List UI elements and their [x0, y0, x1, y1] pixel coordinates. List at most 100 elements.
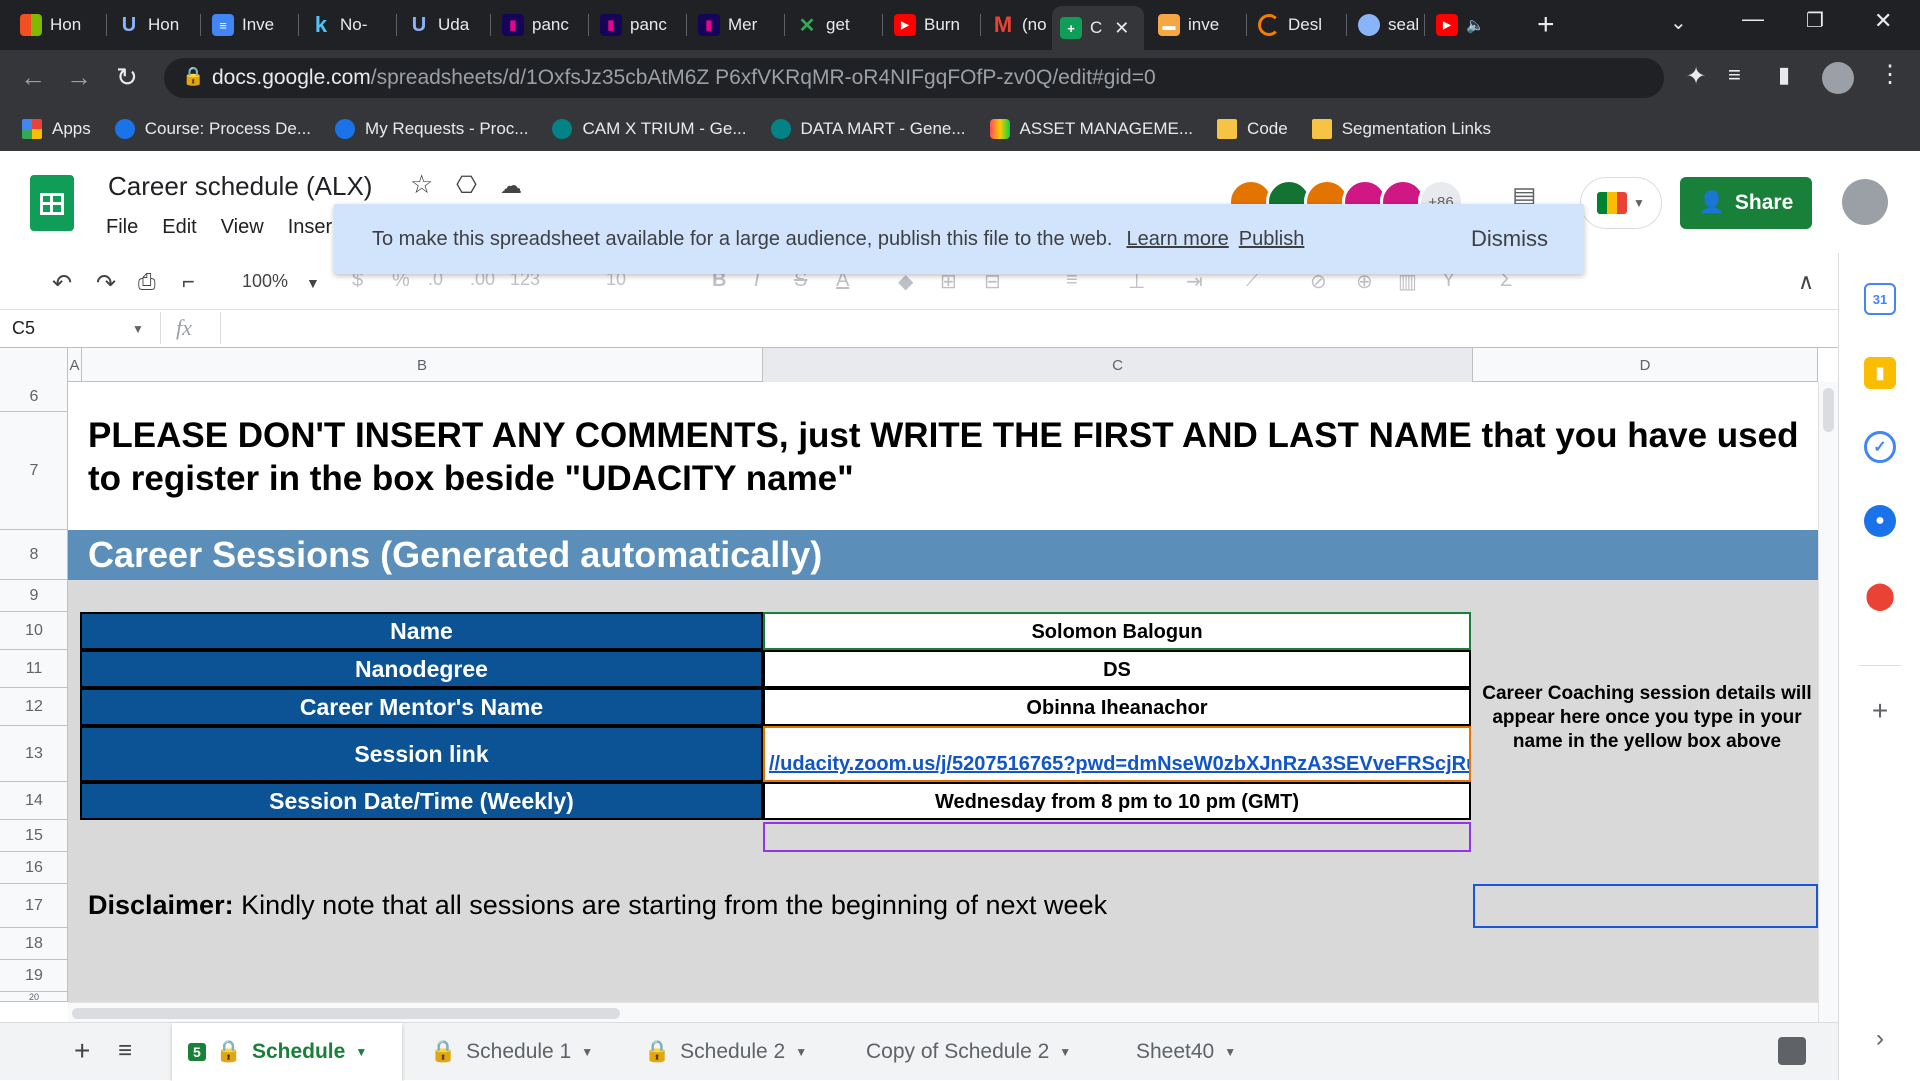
maps-icon[interactable]: ⬤ [1864, 579, 1896, 611]
bookmark-apps[interactable]: Apps [22, 118, 91, 139]
sheet-tab-schedule[interactable]: 5 🔒 Schedule ▼ [172, 1023, 402, 1081]
row-header[interactable]: 14 [0, 782, 68, 820]
field-value-session-time[interactable]: Wednesday from 8 pm to 10 pm (GMT) [763, 782, 1471, 820]
move-icon[interactable]: ⎔ [456, 171, 477, 200]
sheet-tab-schedule-1[interactable]: 🔒 Schedule 1 ▼ [414, 1023, 614, 1081]
tab-search-icon[interactable]: ⌄ [1670, 10, 1687, 35]
browser-tab[interactable]: ▮ panc [494, 6, 584, 44]
cloud-status-icon[interactable]: ☁ [500, 173, 522, 199]
chevron-down-icon[interactable]: ▼ [306, 275, 320, 291]
column-header-c[interactable]: C [763, 348, 1473, 382]
browser-tab[interactable]: ▶ 🔈 [1428, 6, 1508, 44]
publish-link[interactable]: Publish [1239, 228, 1305, 251]
field-value-name[interactable]: Solomon Balogun [763, 612, 1471, 650]
row-header[interactable]: 13 [0, 726, 68, 782]
field-value-nanodegree[interactable]: DS [763, 650, 1471, 688]
bookmark-item[interactable]: DATA MART - Gene... [770, 118, 966, 139]
collapse-toolbar-icon[interactable]: ∧ [1798, 269, 1814, 295]
scrollbar-thumb[interactable] [72, 1008, 620, 1019]
row-header[interactable]: 19 [0, 960, 68, 992]
browser-tab-active[interactable]: + C ✕ [1052, 6, 1144, 50]
column-header-d[interactable]: D [1473, 348, 1818, 382]
bookmark-folder-segmentation[interactable]: Segmentation Links [1311, 118, 1491, 139]
menu-file[interactable]: File [106, 216, 138, 239]
url-bar[interactable]: 🔒 docs.google.com/spreadsheets/d/1OxfsJz… [164, 58, 1664, 98]
expand-panel-icon[interactable]: › [1864, 1023, 1896, 1055]
print-icon[interactable]: ⎙ [138, 269, 156, 295]
add-addon-icon[interactable]: + [1864, 695, 1896, 727]
scrollbar-thumb[interactable] [1823, 388, 1834, 432]
bookmark-item[interactable]: My Requests - Proc... [335, 118, 528, 139]
calendar-icon[interactable]: 31 [1864, 283, 1896, 315]
close-window-button[interactable]: ✕ [1874, 8, 1892, 34]
star-icon[interactable]: ☆ [410, 169, 433, 200]
row-header[interactable]: 6 [0, 382, 68, 412]
user-avatar[interactable] [1842, 179, 1888, 225]
explore-icon[interactable] [1778, 1037, 1806, 1065]
redo-icon[interactable]: ↷ [96, 269, 116, 298]
sheet-grid[interactable]: PLEASE DON'T INSERT ANY COMMENTS, just W… [68, 382, 1818, 1002]
browser-menu-icon[interactable]: ⋮ [1878, 60, 1902, 89]
doc-title[interactable]: Career schedule (ALX) [108, 171, 372, 202]
bookmark-folder-code[interactable]: Code [1217, 118, 1288, 139]
browser-tab[interactable]: U Uda [400, 6, 486, 44]
contacts-icon[interactable]: ● [1864, 505, 1896, 537]
sheet-tab-schedule-2[interactable]: 🔒 Schedule 2 ▼ [628, 1023, 828, 1081]
row-header[interactable]: 17 [0, 884, 68, 928]
column-header-a[interactable]: A [68, 348, 82, 382]
horizontal-scrollbar[interactable] [68, 1002, 1818, 1022]
meet-button[interactable]: ▼ [1580, 177, 1662, 229]
row-header[interactable]: 15 [0, 820, 68, 852]
formula-input[interactable] [232, 314, 1812, 342]
extensions-icon[interactable]: ✦ [1686, 62, 1706, 91]
browser-tab[interactable]: Desl [1250, 6, 1342, 44]
add-sheet-button[interactable]: + [74, 1035, 90, 1067]
row-header[interactable]: 18 [0, 928, 68, 960]
restore-button[interactable]: ❐ [1806, 8, 1824, 33]
menu-insert[interactable]: Inser [288, 216, 332, 239]
paint-format-icon[interactable]: ⌐ [182, 269, 195, 295]
keep-icon[interactable]: ▮ [1864, 357, 1896, 389]
minimize-button[interactable]: — [1742, 6, 1764, 32]
browser-tab[interactable]: ✕ get [788, 6, 878, 44]
close-tab-icon[interactable]: ✕ [1114, 18, 1129, 39]
browser-tab[interactable]: ▶ Burn [886, 6, 976, 44]
forward-icon[interactable]: → [66, 62, 92, 93]
back-icon[interactable]: ← [20, 62, 46, 93]
browser-tab[interactable]: k No- [302, 6, 392, 44]
sheet-tab-copy-schedule-2[interactable]: Copy of Schedule 2 ▼ [850, 1023, 1100, 1081]
menu-view[interactable]: View [221, 216, 264, 239]
browser-tab[interactable]: ≡ Inve [204, 6, 294, 44]
field-value-mentor[interactable]: Obinna Iheanachor [763, 688, 1471, 726]
profile-avatar[interactable] [1822, 62, 1854, 94]
browser-tab[interactable]: U Hon [110, 6, 196, 44]
sheets-logo-icon[interactable] [30, 175, 74, 231]
media-icon[interactable]: ≡ [1728, 62, 1741, 88]
new-tab-button[interactable]: + [1537, 8, 1555, 42]
row-header[interactable]: 7 [0, 412, 68, 530]
bookmark-item[interactable]: Course: Process De... [114, 118, 311, 139]
row-header[interactable]: 10 [0, 612, 68, 650]
column-header-b[interactable]: B [82, 348, 763, 382]
collaborator-cursor-cell[interactable] [763, 822, 1471, 852]
browser-tab[interactable]: ▮ panc [592, 6, 682, 44]
session-link[interactable]: //udacity.zoom.us/j/5207516765?pwd=dmNse… [763, 726, 1471, 782]
bookmark-item[interactable]: CAM X TRIUM - Ge... [552, 118, 747, 139]
chevron-down-icon[interactable]: ▼ [132, 322, 144, 336]
side-panel-icon[interactable]: ▮ [1778, 62, 1790, 88]
row-header[interactable]: 8 [0, 530, 68, 580]
reload-icon[interactable]: ↻ [116, 62, 138, 93]
select-all-corner[interactable] [0, 348, 68, 382]
row-header[interactable]: 11 [0, 650, 68, 688]
dismiss-button[interactable]: Dismiss [1471, 226, 1548, 252]
selected-cell[interactable] [1473, 884, 1818, 928]
undo-icon[interactable]: ↶ [52, 269, 72, 298]
row-header[interactable]: 20 [0, 992, 68, 1002]
vertical-scrollbar[interactable] [1818, 382, 1838, 1022]
row-header[interactable]: 12 [0, 688, 68, 726]
name-box[interactable]: C5 [12, 318, 35, 339]
browser-tab[interactable]: ▮ Mer [690, 6, 780, 44]
menu-edit[interactable]: Edit [162, 216, 196, 239]
sheet-tab-sheet40[interactable]: Sheet40 ▼ [1120, 1023, 1260, 1081]
learn-more-link[interactable]: Learn more [1126, 228, 1228, 251]
